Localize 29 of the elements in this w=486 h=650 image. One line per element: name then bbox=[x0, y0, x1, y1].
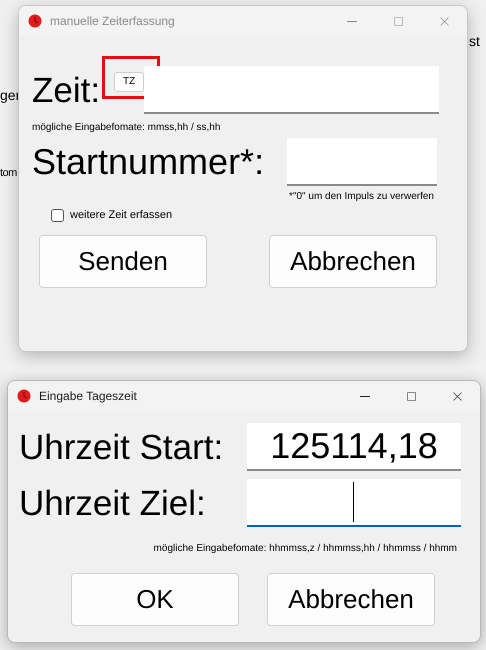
window-title: Eingabe Tageszeit bbox=[39, 388, 137, 405]
background-label: st bbox=[469, 32, 480, 51]
goal-label: Uhrzeit Ziel: bbox=[19, 486, 206, 520]
time-label: Zeit: bbox=[32, 72, 100, 108]
maximize-icon bbox=[392, 16, 404, 26]
checkbox-label: weitere Zeit erfassen bbox=[70, 208, 172, 223]
maximize-icon bbox=[406, 390, 416, 402]
background-label: ger bbox=[0, 86, 20, 105]
bib-label: Startnummer*: bbox=[32, 144, 264, 180]
dialog-button[interactable]: Abbrechen bbox=[267, 573, 435, 626]
clock-icon bbox=[28, 14, 42, 28]
bib-note: *"0" um den Impuls zu verwerfen bbox=[289, 190, 434, 204]
input-field[interactable] bbox=[287, 138, 437, 186]
background-label: tom bbox=[0, 166, 17, 181]
tz-button[interactable]: TZ bbox=[114, 72, 144, 92]
format-hint: mögliche Eingabefomate: hhmmss,z / hhmmss,hh / hhmmss / hhmm bbox=[154, 542, 457, 556]
minimize-icon bbox=[347, 20, 357, 22]
checkbox[interactable] bbox=[51, 208, 64, 222]
start-label: Uhrzeit Start: bbox=[19, 430, 224, 464]
dialog-button[interactable]: Senden bbox=[39, 234, 207, 288]
window-title: manuelle Zeiterfassung bbox=[50, 13, 175, 30]
input-field[interactable]: 125114,18 bbox=[247, 423, 461, 471]
dialog-button[interactable]: OK bbox=[71, 573, 239, 626]
format-hint: mögliche Eingabefomate: mmss,hh / ss,hh bbox=[32, 121, 222, 135]
input-field[interactable] bbox=[247, 479, 461, 527]
dialog-button[interactable]: Abbrechen bbox=[269, 234, 437, 288]
clock-icon bbox=[17, 389, 31, 403]
input-field[interactable] bbox=[144, 66, 440, 114]
text-cursor bbox=[353, 482, 354, 522]
